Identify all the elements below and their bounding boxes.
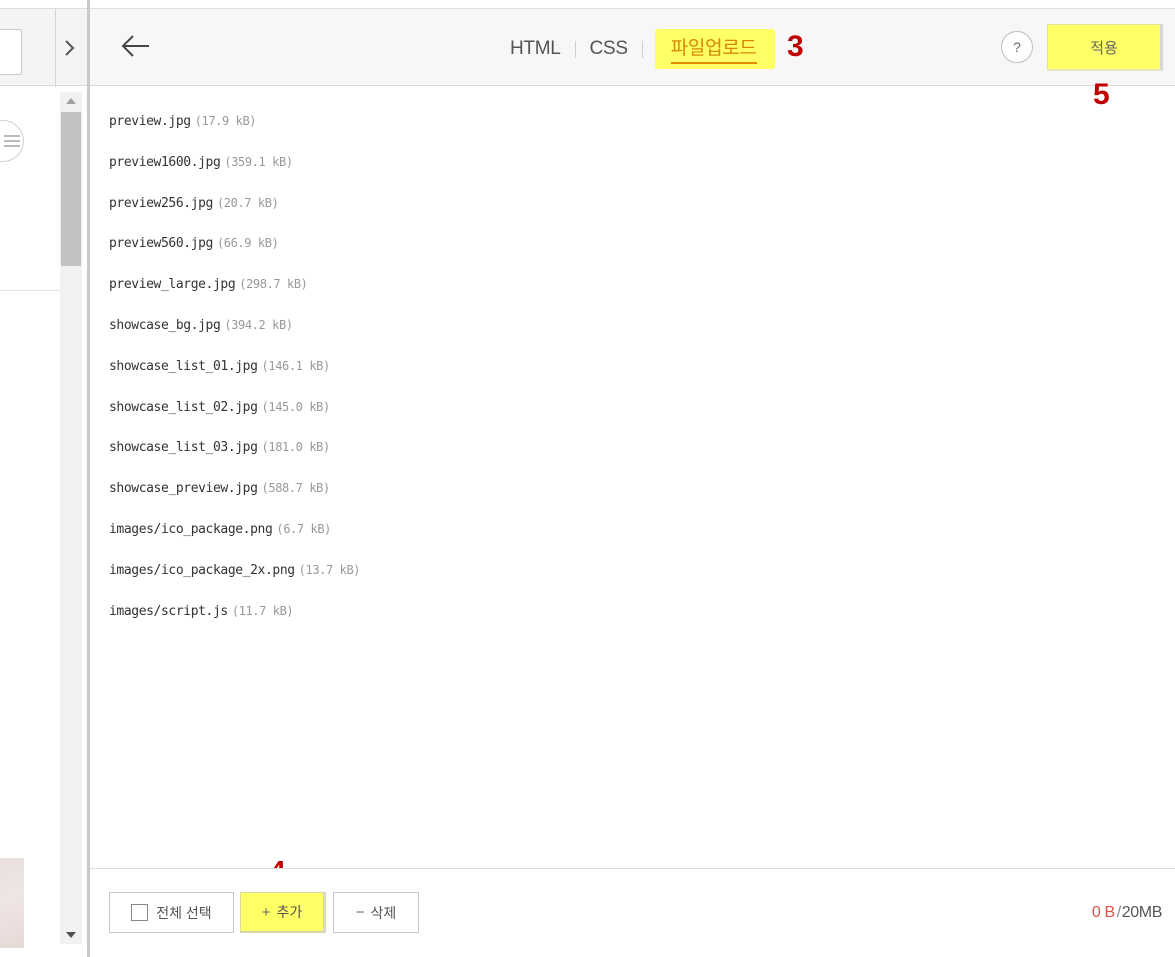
file-name: showcase_list_01.jpg: [109, 358, 258, 374]
file-item[interactable]: showcase_list_02.jpg (145.0 kB): [109, 400, 360, 441]
file-item[interactable]: showcase_bg.jpg (394.2 kB): [109, 318, 360, 359]
arrow-left-icon[interactable]: [116, 26, 156, 66]
file-item[interactable]: preview_large.jpg (298.7 kB): [109, 277, 360, 318]
file-item[interactable]: preview1600.jpg (359.1 kB): [109, 155, 360, 196]
apply-button[interactable]: 적용: [1047, 24, 1163, 71]
delete-file-label: 삭제: [370, 904, 397, 921]
file-item[interactable]: showcase_list_01.jpg (146.1 kB): [109, 359, 360, 400]
file-item[interactable]: images/ico_package.png (6.7 kB): [109, 522, 360, 563]
tab-file-upload[interactable]: 파일업로드: [654, 29, 775, 69]
divider: [0, 290, 60, 291]
editor-header: HTML CSS 파일업로드 ? 적용: [90, 8, 1175, 86]
file-name: images/ico_package_2x.png: [109, 562, 295, 578]
file-size: (359.1 kB): [224, 154, 293, 169]
select-all-label: 전체 선택: [156, 904, 212, 921]
file-size: (298.7 kB): [239, 277, 308, 292]
file-item[interactable]: images/ico_package_2x.png (13.7 kB): [109, 563, 360, 604]
add-file-label: 추가: [276, 904, 303, 920]
file-name: showcase_bg.jpg: [109, 317, 221, 333]
scrollbar-thumb[interactable]: [61, 112, 81, 266]
file-item[interactable]: showcase_preview.jpg (588.7 kB): [109, 481, 360, 522]
file-size: (11.7 kB): [231, 603, 294, 618]
file-name: images/ico_package.png: [109, 521, 273, 537]
file-item[interactable]: preview256.jpg (20.7 kB): [109, 196, 360, 237]
toolbar-divider: [55, 9, 56, 87]
file-name: preview_large.jpg: [109, 277, 236, 293]
file-name: showcase_list_02.jpg: [109, 399, 258, 415]
file-size: (17.9 kB): [194, 114, 257, 128]
triangle-down-icon[interactable]: [60, 926, 82, 944]
tab-html[interactable]: HTML: [508, 38, 563, 60]
file-name: images/script.js: [109, 603, 228, 619]
hamburger-menu-icon[interactable]: [0, 120, 24, 162]
file-size: (394.2 kB): [224, 317, 293, 332]
file-size: (588.7 kB): [261, 481, 331, 496]
chevron-right-icon[interactable]: [57, 23, 81, 73]
file-size: (146.1 kB): [261, 358, 331, 373]
file-item[interactable]: preview.jpg (17.9 kB): [109, 114, 360, 155]
tab-separator: [574, 40, 576, 58]
file-item[interactable]: images/script.js (11.7 kB): [109, 604, 360, 645]
tab-file-upload-label: 파일업로드: [670, 38, 757, 59]
left-search-input[interactable]: [0, 29, 22, 75]
file-size: (66.9 kB): [216, 236, 279, 251]
help-button[interactable]: ?: [1001, 31, 1033, 63]
file-name: preview.jpg: [109, 114, 191, 129]
storage-total: 20MB: [1121, 904, 1163, 921]
file-size: (145.0 kB): [261, 399, 331, 414]
left-panel: [0, 0, 89, 957]
select-all-checkbox[interactable]: [131, 904, 149, 921]
select-all-button[interactable]: 전체 선택: [109, 892, 234, 933]
plus-icon: +: [261, 903, 271, 921]
file-item[interactable]: showcase_list_03.jpg (181.0 kB): [109, 440, 360, 481]
active-tab-underline: [670, 62, 757, 64]
storage-used: 0 B: [1091, 904, 1115, 921]
file-size: (20.7 kB): [216, 195, 279, 210]
file-name: showcase_list_03.jpg: [109, 440, 258, 456]
left-toolbar: [0, 8, 89, 87]
tab-bar: HTML CSS 파일업로드: [508, 29, 775, 69]
annotation-step-5: 5: [1093, 78, 1110, 111]
file-size: (13.7 kB): [298, 562, 361, 577]
file-name: showcase_preview.jpg: [109, 481, 258, 497]
panel-divider: [87, 0, 90, 957]
annotation-step-3: 3: [787, 30, 804, 63]
file-list: preview.jpg (17.9 kB) preview1600.jpg (359.…: [109, 114, 360, 644]
add-file-button[interactable]: + 추가: [240, 892, 326, 933]
tab-css[interactable]: CSS: [588, 38, 630, 60]
file-name: preview1600.jpg: [109, 154, 221, 170]
file-size: (6.7 kB): [276, 521, 331, 536]
file-size: (181.0 kB): [261, 440, 331, 455]
file-item[interactable]: preview560.jpg (66.9 kB): [109, 236, 360, 277]
thumbnail-image: [0, 858, 24, 948]
storage-usage: 0 B/20MB: [1092, 904, 1162, 922]
editor-footer: 전체 선택 + 추가 − 삭제 0 B/20MB: [90, 868, 1175, 957]
scrollbar[interactable]: [60, 92, 82, 944]
triangle-up-icon[interactable]: [60, 92, 82, 110]
file-name: preview560.jpg: [109, 236, 213, 252]
tab-separator: [641, 40, 643, 58]
storage-separator: /: [1116, 904, 1121, 921]
delete-file-button[interactable]: − 삭제: [333, 892, 419, 933]
minus-icon: −: [355, 904, 365, 921]
file-name: preview256.jpg: [109, 195, 213, 211]
